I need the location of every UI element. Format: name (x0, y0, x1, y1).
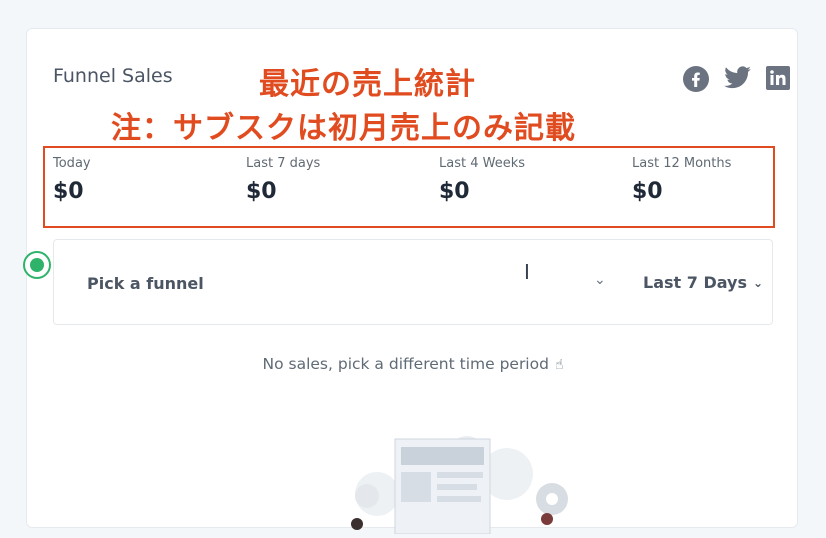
pick-funnel-dropdown[interactable]: Pick a funnel (87, 274, 204, 293)
empty-state-message: No sales, pick a different time period ☝ (27, 355, 799, 373)
overlay-annotation-line2: 注：サブスクは初月売上のみ記載 (111, 111, 576, 146)
stat-label: Last 12 Months (632, 156, 732, 171)
twitter-icon[interactable] (724, 66, 752, 90)
overlay-annotation-line1: 最近の売上統計 (259, 67, 476, 102)
stat-last-12-months: Last 12 Months $0 (632, 156, 731, 204)
pointing-hand-icon: ☝ (554, 357, 564, 373)
empty-state-text: No sales, pick a different time period (262, 355, 549, 373)
time-period-label: Last 7 Days (643, 273, 747, 292)
chevron-down-icon[interactable]: ⌄ (594, 272, 606, 288)
card-title: Funnel Sales (53, 65, 173, 87)
text-cursor-icon: I (524, 260, 530, 284)
funnel-sales-card: Funnel Sales 最近の売上統計 注：サブスクは初月売上のみ記載 Tod… (23, 28, 799, 535)
time-period-dropdown[interactable]: Last 7 Days ⌄ (643, 273, 763, 292)
radio-dot (30, 258, 44, 272)
linkedin-icon[interactable] (766, 66, 790, 90)
stat-today: Today $0 (53, 156, 91, 204)
stat-value: $0 (439, 179, 470, 204)
stat-label: Today (53, 156, 91, 171)
status-radio[interactable] (23, 251, 51, 279)
stat-label: Last 7 days (246, 156, 321, 171)
stat-value: $0 (632, 179, 663, 204)
empty-state-illustration (267, 414, 597, 535)
chevron-down-icon: ⌄ (752, 275, 764, 290)
stat-last-4-weeks: Last 4 Weeks $0 (439, 156, 525, 204)
stat-label: Last 4 Weeks (439, 156, 526, 171)
stat-value: $0 (246, 179, 277, 204)
facebook-icon[interactable] (683, 66, 709, 92)
funnel-filter-bar: Pick a funnel I ⌄ Last 7 Days ⌄ (53, 239, 773, 325)
stats-summary: Today $0 Last 7 days $0 Last 4 Weeks $0 … (43, 146, 775, 228)
stat-value: $0 (53, 179, 84, 204)
stat-last-7-days: Last 7 days $0 (246, 156, 320, 204)
